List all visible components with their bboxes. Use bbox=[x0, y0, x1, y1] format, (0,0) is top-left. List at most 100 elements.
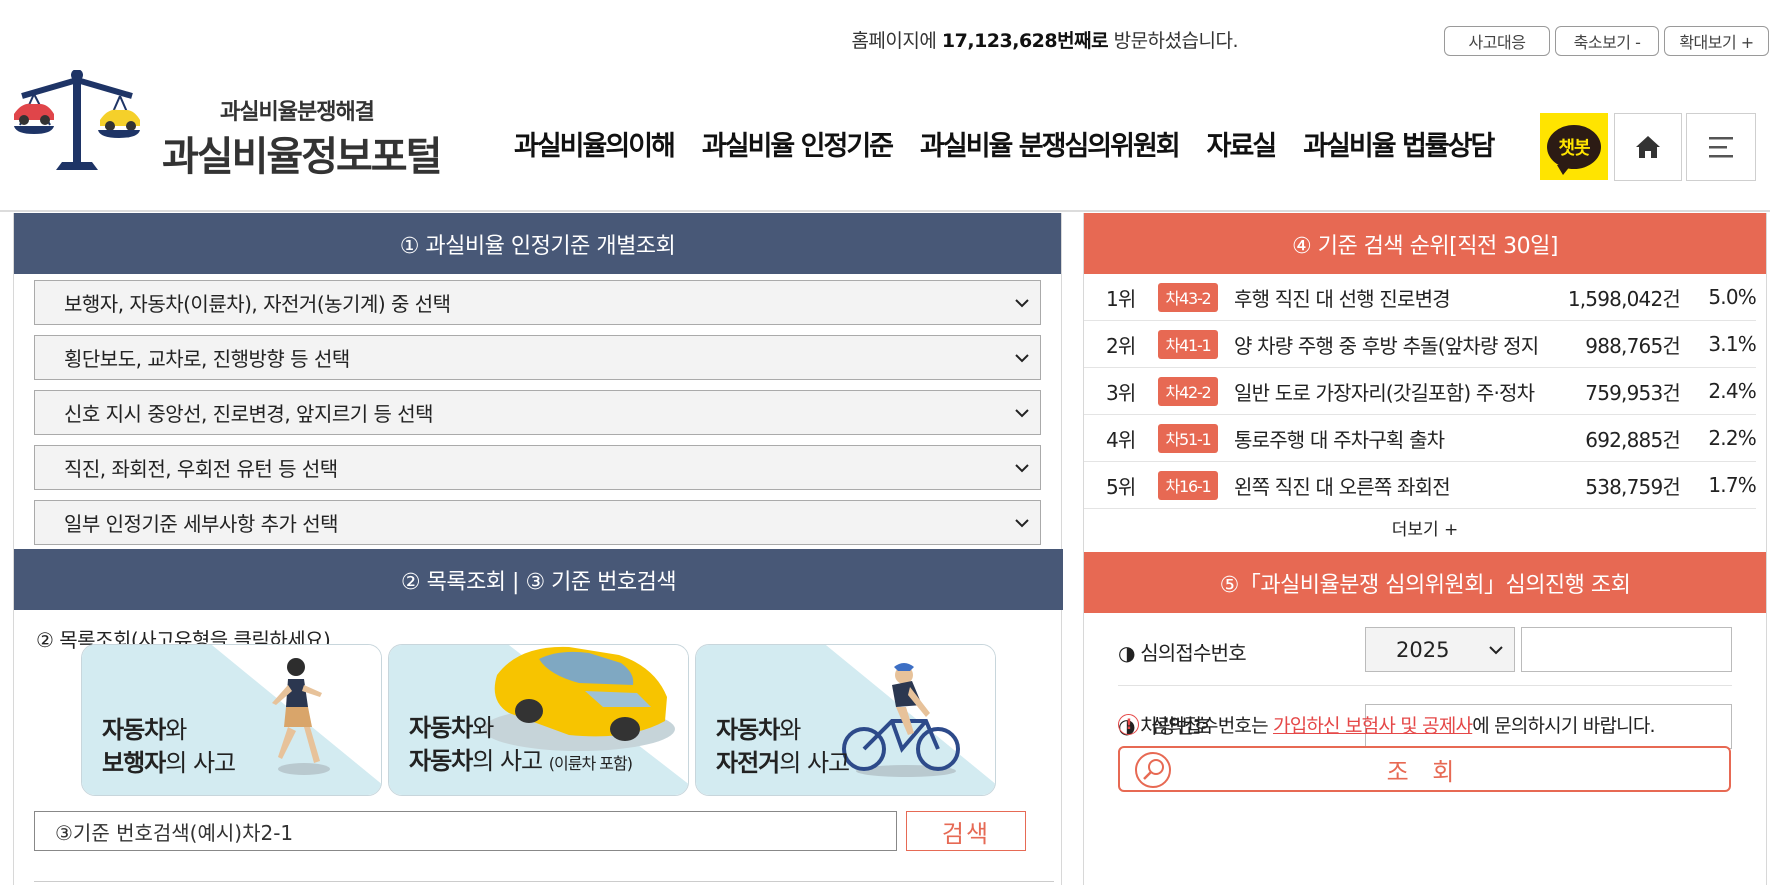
main-navigation: 과실비율의이해 과실비율 인정기준 과실비율 분쟁심의위원회 자료실 과실비율 … bbox=[514, 124, 1521, 163]
card-text-d: 의 사고 bbox=[165, 749, 236, 777]
select-party-type[interactable]: 보행자, 자동차(이륜차), 자전거(농기계) 중 선택 bbox=[34, 280, 1041, 325]
divider bbox=[34, 881, 1054, 885]
select-label: 일부 인정기준 세부사항 추가 선택 bbox=[64, 512, 339, 536]
rank-count: 1,598,042건 bbox=[1567, 286, 1681, 311]
list-search-section: ② 목록조회 | ③ 기준 번호검색 ② 목록조회(사고유형을 클릭하세요) 자… bbox=[14, 549, 1063, 851]
select-label: 횡단보도, 교차로, 진행방향 등 선택 bbox=[64, 347, 350, 371]
rank-count: 692,885건 bbox=[1585, 427, 1681, 452]
visit-count: 17,123,628번째로 bbox=[941, 30, 1109, 52]
nav-item-legal-consult[interactable]: 과실비율 법률상담 bbox=[1303, 124, 1495, 163]
card-text-b: 와 bbox=[165, 716, 187, 744]
rank-title: 통로주행 대 주차구획 출차 bbox=[1234, 427, 1445, 452]
card-text-d: 의 사고 bbox=[472, 747, 543, 775]
rank-tag: 차16-1 bbox=[1158, 470, 1218, 500]
year-value: 2025 bbox=[1396, 637, 1450, 662]
card-text: 자동차와 보행자의 사고 bbox=[102, 714, 236, 780]
rank-percent: 2.4% bbox=[1708, 379, 1756, 403]
rank-item[interactable]: 5위 차16-1 왼쪽 직진 대 오른쪽 좌회전 538,759건 1.7% bbox=[1084, 462, 1757, 509]
ranking-panel: ④ 기준 검색 순위[직전 30일] 1위 차43-2 후행 직진 대 선행 진… bbox=[1083, 213, 1767, 885]
card-text: 자동차와 자전거의 사고 bbox=[716, 714, 850, 780]
rank-item[interactable]: 4위 차51-1 통로주행 대 주차구획 출차 692,885건 2.2% bbox=[1084, 415, 1757, 462]
criteria-number-input[interactable] bbox=[34, 811, 897, 851]
select-label: 직진, 좌회전, 우회전 유턴 등 선택 bbox=[64, 457, 338, 481]
chevron-down-icon bbox=[1015, 409, 1029, 418]
visitor-counter: 홈페이지에 17,123,628번째로 방문하셨습니다. bbox=[851, 26, 1238, 53]
card-car-car[interactable]: 자동차와 자동차의 사고 (이륜차 포함) bbox=[388, 644, 689, 796]
accident-response-button[interactable]: 사고대응 bbox=[1444, 26, 1550, 56]
card-text-c: 보행자 bbox=[102, 749, 166, 777]
select-location[interactable]: 횡단보도, 교차로, 진행방향 등 선택 bbox=[34, 335, 1041, 380]
receipt-number-row: ◑ 심의접수번호 2025 bbox=[1118, 613, 1732, 686]
hamburger-icon bbox=[1709, 137, 1733, 158]
section2-header: ② 목록조회 | ③ 기준 번호검색 bbox=[14, 549, 1063, 610]
more-link[interactable]: 더보기 + bbox=[1084, 509, 1766, 545]
rank-item[interactable]: 1위 차43-2 후행 직진 대 선행 진로변경 1,598,042건 5.0% bbox=[1084, 274, 1757, 321]
zoom-in-button[interactable]: 확대보기 + bbox=[1664, 26, 1769, 56]
rank-number: 5위 bbox=[1106, 474, 1136, 499]
logo-title[interactable]: 과실비율정보포털 bbox=[162, 124, 442, 182]
nav-item-library[interactable]: 자료실 bbox=[1207, 124, 1278, 163]
rank-item[interactable]: 3위 차42-2 일반 도로 가장자리(갓길포함) 주·정차 759,953건 … bbox=[1084, 368, 1757, 415]
visit-suffix: 방문하셨습니다. bbox=[1113, 30, 1239, 52]
rank-title: 일반 도로 가장자리(갓길포함) 주·정차 bbox=[1234, 380, 1535, 405]
select-direction[interactable]: 직진, 좌회전, 우회전 유턴 등 선택 bbox=[34, 445, 1041, 490]
insurer-link[interactable]: 가입하신 보험사 및 공제사 bbox=[1273, 711, 1473, 738]
accident-type-cards: 자동차와 보행자의 사고 자동차와 자동차의 사고 (이륜차 포함) 자동차와 … bbox=[81, 644, 1002, 796]
receipt-number-label: ◑ 심의접수번호 bbox=[1118, 641, 1247, 665]
card-car-bicycle[interactable]: 자동차와 자전거의 사고 bbox=[695, 644, 996, 796]
card-text-a: 자동차 bbox=[102, 716, 166, 744]
rank-count: 759,953건 bbox=[1585, 380, 1681, 405]
rank-title: 왼쪽 직진 대 오른쪽 좌회전 bbox=[1234, 474, 1451, 499]
rank-tag: 차42-2 bbox=[1158, 376, 1218, 406]
menu-button[interactable] bbox=[1686, 113, 1756, 181]
visit-prefix: 홈페이지에 bbox=[851, 30, 937, 52]
lookup-button[interactable]: 조 회 bbox=[1118, 746, 1731, 792]
card-text-d: 의 사고 bbox=[779, 749, 850, 777]
card-text-c: 자동차 bbox=[409, 747, 473, 775]
rank-list: 1위 차43-2 후행 직진 대 선행 진로변경 1,598,042건 5.0%… bbox=[1084, 274, 1766, 509]
rank-title: 후행 직진 대 선행 진로변경 bbox=[1234, 286, 1451, 311]
logo-subtitle: 과실비율분쟁해결 bbox=[220, 100, 375, 125]
card-car-pedestrian[interactable]: 자동차와 보행자의 사고 bbox=[81, 644, 382, 796]
rank-tag: 차51-1 bbox=[1158, 423, 1218, 453]
section1-header: ① 과실비율 인정기준 개별조회 bbox=[14, 213, 1061, 274]
section4-header: ④ 기준 검색 순위[직전 30일] bbox=[1084, 213, 1766, 274]
section5-header: ⑤「과실비율분쟁 심의위원회」심의진행 조회 bbox=[1084, 552, 1766, 613]
card-text-c: 자전거 bbox=[716, 749, 780, 777]
select-label: 보행자, 자동차(이륜차), 자전거(농기계) 중 선택 bbox=[64, 292, 451, 316]
card-text-b: 와 bbox=[472, 714, 494, 742]
receipt-number-input[interactable] bbox=[1521, 627, 1732, 672]
rank-percent: 1.7% bbox=[1708, 473, 1756, 497]
zoom-out-button[interactable]: 축소보기 - bbox=[1555, 26, 1659, 56]
criteria-number-search: 검색 bbox=[34, 811, 1034, 851]
rank-number: 4위 bbox=[1106, 427, 1136, 452]
nav-item-committee[interactable]: 과실비율 분쟁심의위원회 bbox=[920, 124, 1181, 163]
criteria-selects: 보행자, 자동차(이륜차), 자전거(농기계) 중 선택 횡단보도, 교차로, … bbox=[14, 274, 1061, 545]
card-text-note: (이륜차 포함) bbox=[548, 754, 633, 773]
chatbot-button[interactable]: 챗봇 bbox=[1540, 113, 1608, 180]
rank-count: 988,765건 bbox=[1585, 333, 1681, 358]
notice-suffix: 에 문의하시기 바랍니다. bbox=[1472, 715, 1655, 737]
select-detail[interactable]: 일부 인정기준 세부사항 추가 선택 bbox=[34, 500, 1041, 545]
card-text: 자동차와 자동차의 사고 (이륜차 포함) bbox=[409, 712, 633, 780]
rank-number: 3위 bbox=[1106, 380, 1136, 405]
rank-item[interactable]: 2위 차41-1 양 차량 주행 중 후방 추돌(앞차량 정지 988,765건… bbox=[1084, 321, 1757, 368]
chevron-down-icon bbox=[1015, 464, 1029, 473]
rank-number: 1위 bbox=[1106, 286, 1136, 311]
nav-item-understanding[interactable]: 과실비율의이해 bbox=[514, 124, 676, 163]
search-icon bbox=[1135, 752, 1171, 788]
year-select[interactable]: 2025 bbox=[1365, 627, 1515, 672]
chevron-down-icon bbox=[1015, 299, 1029, 308]
select-label: 신호 지시 중앙선, 진로변경, 앞지르기 등 선택 bbox=[64, 402, 434, 426]
chevron-down-icon bbox=[1015, 519, 1029, 528]
search-button[interactable]: 검색 bbox=[906, 811, 1026, 851]
nav-item-criteria[interactable]: 과실비율 인정기준 bbox=[702, 124, 894, 163]
select-signal[interactable]: 신호 지시 중앙선, 진로변경, 앞지르기 등 선택 bbox=[34, 390, 1041, 435]
card-text-a: 자동차 bbox=[409, 714, 473, 742]
rank-percent: 2.2% bbox=[1708, 426, 1756, 450]
warning-icon: ! bbox=[1118, 714, 1139, 735]
scale-logo-icon[interactable] bbox=[12, 70, 142, 182]
home-button[interactable] bbox=[1614, 113, 1682, 181]
home-icon bbox=[1636, 136, 1660, 158]
top-utility-bar: 홈페이지에 17,123,628번째로 방문하셨습니다. 사고대응 축소보기 -… bbox=[0, 0, 1770, 70]
